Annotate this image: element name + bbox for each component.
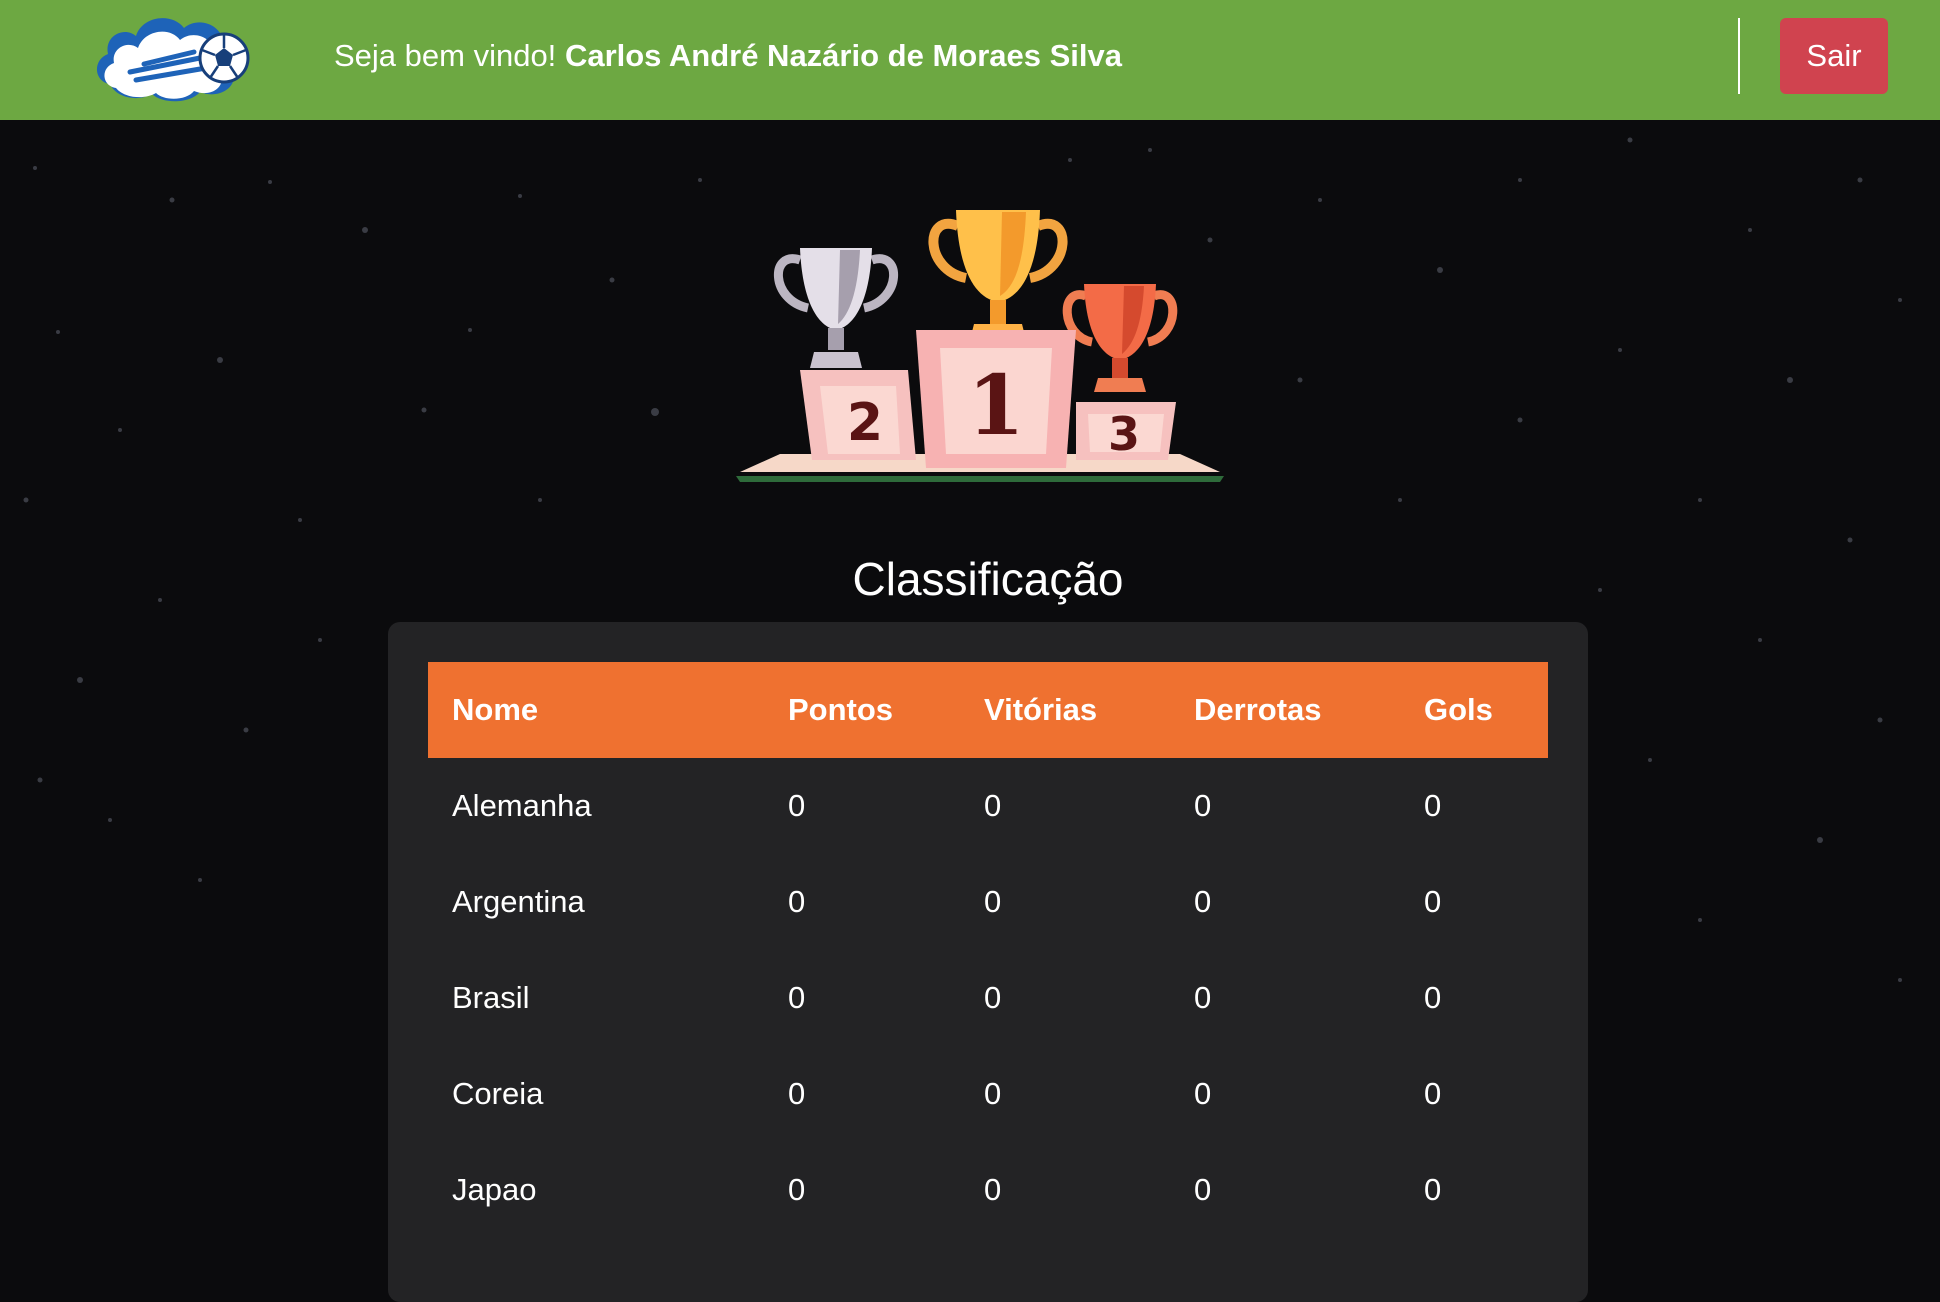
team-name: Coreia [452, 1076, 544, 1111]
team-name: Brasil [452, 980, 530, 1015]
table-row: Brasil 0 0 0 0 [428, 950, 1548, 1046]
goals-cell: 0 [1424, 1172, 1442, 1207]
goals-cell: 0 [1424, 1076, 1442, 1111]
standings-card: Nome Pontos Vitórias Derrotas Gols Alema… [388, 622, 1588, 1302]
column-header-gols: Gols [1424, 692, 1493, 727]
table-row: Argentina 0 0 0 0 [428, 854, 1548, 950]
gold-trophy-icon [928, 210, 1068, 340]
trophy-podium-icon: 2 1 3 [736, 210, 1224, 482]
wins-cell: 0 [984, 1172, 1002, 1207]
table-row: Japao 0 0 0 0 [428, 1142, 1548, 1238]
welcome-message: Seja bem vindo! Carlos André Nazário de … [334, 38, 1122, 74]
wins-cell: 0 [984, 884, 1002, 919]
standings-table: Nome Pontos Vitórias Derrotas Gols Alema… [428, 662, 1548, 1238]
team-name: Japao [452, 1172, 537, 1207]
points-cell: 0 [788, 980, 806, 1015]
losses-cell: 0 [1194, 1076, 1212, 1111]
second-place-label: 2 [847, 393, 883, 453]
losses-cell: 0 [1194, 980, 1212, 1015]
goals-cell: 0 [1424, 980, 1442, 1015]
table-header-row: Nome Pontos Vitórias Derrotas Gols [428, 662, 1548, 758]
top-navbar: Seja bem vindo! Carlos André Nazário de … [0, 0, 1940, 120]
user-name: Carlos André Nazário de Moraes Silva [564, 38, 1122, 73]
points-cell: 0 [788, 1172, 806, 1207]
points-cell: 0 [788, 1076, 806, 1111]
cloud-soccer-logo-icon[interactable] [90, 6, 255, 108]
points-cell: 0 [788, 788, 806, 823]
column-header-nome: Nome [452, 692, 539, 727]
silver-trophy-icon [773, 248, 899, 368]
wins-cell: 0 [984, 1076, 1002, 1111]
team-name: Argentina [452, 884, 585, 919]
wins-cell: 0 [984, 980, 1002, 1015]
table-row: Alemanha 0 0 0 0 [428, 758, 1548, 854]
column-header-vitorias: Vitórias [984, 692, 1098, 727]
wins-cell: 0 [984, 788, 1002, 823]
table-row: Coreia 0 0 0 0 [428, 1046, 1548, 1142]
goals-cell: 0 [1424, 788, 1442, 823]
losses-cell: 0 [1194, 788, 1212, 823]
header-divider [1738, 18, 1740, 94]
team-name: Alemanha [452, 788, 592, 823]
points-cell: 0 [788, 884, 806, 919]
goals-cell: 0 [1424, 884, 1442, 919]
losses-cell: 0 [1194, 1172, 1212, 1207]
logout-button[interactable]: Sair [1780, 18, 1888, 94]
bronze-trophy-icon [1062, 284, 1178, 392]
third-place-label: 3 [1108, 407, 1140, 461]
losses-cell: 0 [1194, 884, 1212, 919]
column-header-derrotas: Derrotas [1194, 692, 1322, 727]
first-place-label: 1 [967, 358, 1024, 454]
welcome-prefix: Seja bem vindo! [334, 38, 557, 73]
column-header-pontos: Pontos [788, 692, 894, 727]
page-title: Classificação [852, 553, 1124, 605]
